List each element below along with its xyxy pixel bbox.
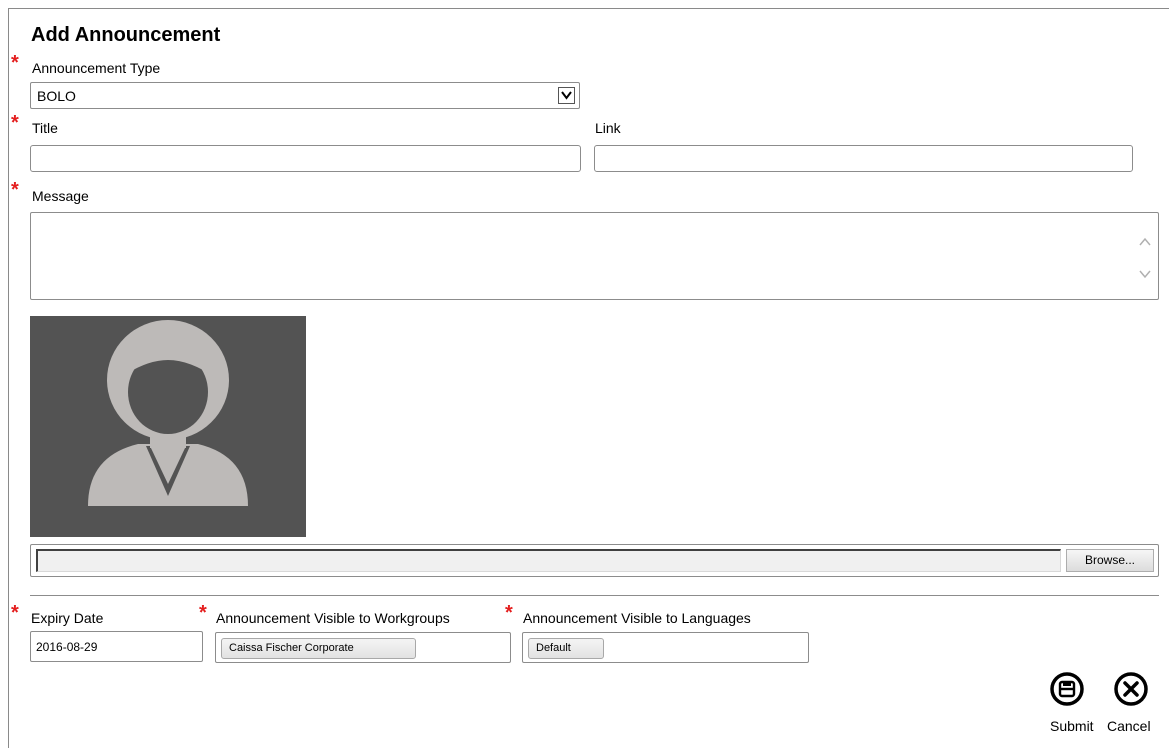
language-chip[interactable]: Default <box>528 638 604 659</box>
announcement-type-label: Announcement Type <box>32 60 161 76</box>
required-marker: * <box>11 602 19 624</box>
save-icon[interactable] <box>1050 672 1084 711</box>
title-label: Title <box>32 120 58 136</box>
close-icon[interactable] <box>1114 672 1148 711</box>
scroll-up-icon[interactable] <box>1138 235 1152 249</box>
user-avatar-placeholder-icon <box>88 320 248 506</box>
required-marker: * <box>11 179 19 201</box>
link-input[interactable] <box>594 145 1133 172</box>
required-marker: * <box>11 112 19 134</box>
scroll-down-icon[interactable] <box>1138 267 1152 281</box>
expiry-date-value: 2016-08-29 <box>36 640 98 654</box>
announcement-image <box>30 316 306 537</box>
browse-button[interactable]: Browse... <box>1066 549 1154 572</box>
link-label: Link <box>595 120 621 136</box>
workgroups-label: Announcement Visible to Workgroups <box>216 610 450 626</box>
announcement-type-value: BOLO <box>37 88 76 104</box>
message-label: Message <box>32 188 89 204</box>
expiry-date-input[interactable]: 2016-08-29 <box>30 631 203 662</box>
required-marker: * <box>11 52 19 74</box>
required-marker: * <box>505 602 513 624</box>
divider <box>30 595 1159 596</box>
languages-label: Announcement Visible to Languages <box>523 610 751 626</box>
languages-input[interactable]: Default <box>522 632 809 663</box>
title-input[interactable] <box>30 145 581 172</box>
message-textarea[interactable] <box>30 212 1159 300</box>
chevron-down-icon[interactable] <box>558 87 575 104</box>
page-title: Add Announcement <box>31 24 221 46</box>
cancel-button[interactable]: Cancel <box>1107 718 1151 734</box>
required-marker: * <box>199 602 207 624</box>
announcement-type-select[interactable]: BOLO <box>30 82 580 109</box>
workgroup-chip[interactable]: Caissa Fischer Corporate <box>221 638 416 659</box>
expiry-date-label: Expiry Date <box>31 610 104 626</box>
file-path-input[interactable] <box>36 549 1061 572</box>
workgroups-input[interactable]: Caissa Fischer Corporate <box>215 632 511 663</box>
submit-button[interactable]: Submit <box>1050 718 1094 734</box>
file-upload: Browse... <box>30 544 1159 577</box>
